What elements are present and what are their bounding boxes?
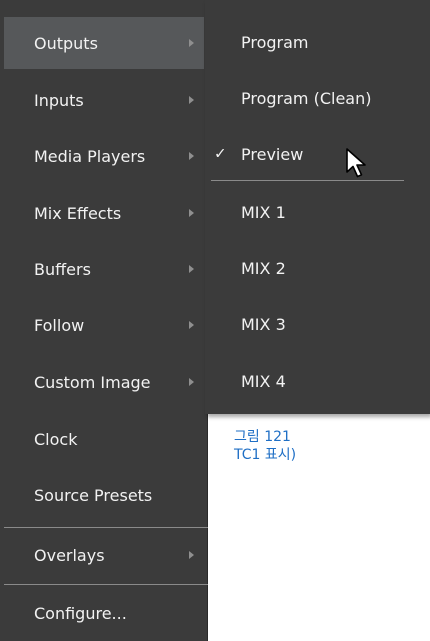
submenu-arrow-icon <box>189 152 194 160</box>
submenu-arrow-icon <box>189 265 194 273</box>
submenu-item-label: Program <box>241 32 309 52</box>
submenu-arrow-icon <box>189 39 194 47</box>
submenu-item-label: MIX 2 <box>241 258 286 278</box>
menu-item-label: Overlays <box>34 545 105 565</box>
submenu-arrow-icon <box>189 551 194 559</box>
menu-item-label: Follow <box>34 315 85 335</box>
submenu-item-program-clean[interactable]: Program (Clean) <box>205 73 430 123</box>
menu-item-label: Inputs <box>34 90 84 110</box>
menu-item-follow[interactable]: Follow <box>4 299 204 351</box>
menu-item-custom-image[interactable]: Custom Image <box>4 356 204 408</box>
submenu-item-mix-1[interactable]: MIX 1 <box>205 187 430 237</box>
menu-separator <box>4 527 208 528</box>
menu-item-label: Source Presets <box>34 485 153 505</box>
submenu-item-mix-2[interactable]: MIX 2 <box>205 243 430 293</box>
menu-item-label: Outputs <box>34 33 98 53</box>
caption-line: TC1 표시) <box>234 447 297 463</box>
submenu-item-mix-3[interactable]: MIX 3 <box>205 299 430 349</box>
submenu-arrow-icon <box>189 96 194 104</box>
menu-item-clock[interactable]: Clock <box>4 413 204 465</box>
menu-item-overlays[interactable]: Overlays <box>4 529 204 581</box>
submenu-item-preview[interactable]: ✓ Preview <box>205 129 430 179</box>
submenu-item-label: MIX 3 <box>241 314 286 334</box>
mouse-pointer-icon <box>346 148 366 178</box>
submenu-item-label: Preview <box>241 144 304 164</box>
menu-item-outputs[interactable]: Outputs <box>4 17 204 69</box>
figure-caption: 그림 121 TC1 표시) <box>234 428 296 464</box>
menu-item-label: Media Players <box>34 146 146 166</box>
menu-item-label: Clock <box>34 429 78 449</box>
menu-item-source-presets[interactable]: Source Presets <box>4 469 204 521</box>
menu-item-label: Buffers <box>34 259 91 279</box>
menu-item-media-players[interactable]: Media Players <box>4 130 204 182</box>
menu-item-label: Custom Image <box>34 372 151 392</box>
menu-item-buffers[interactable]: Buffers <box>4 243 204 295</box>
menu-item-label: Configure... <box>34 603 127 623</box>
submenu-item-label: Program (Clean) <box>241 88 372 108</box>
outputs-submenu: Program Program (Clean) ✓ Preview MIX 1 … <box>205 0 430 414</box>
submenu-arrow-icon <box>189 378 194 386</box>
menu-screenshot: Outputs Inputs Media Players Mix Effects… <box>0 0 430 641</box>
main-context-menu: Outputs Inputs Media Players Mix Effects… <box>0 0 208 641</box>
submenu-arrow-icon <box>189 209 194 217</box>
submenu-item-label: MIX 4 <box>241 371 286 391</box>
menu-item-mix-effects[interactable]: Mix Effects <box>4 187 204 239</box>
caption-line: 그림 121 <box>234 429 291 445</box>
checkmark-icon: ✓ <box>214 144 227 163</box>
submenu-item-mix-4[interactable]: MIX 4 <box>205 356 430 406</box>
submenu-separator <box>211 180 404 181</box>
menu-item-inputs[interactable]: Inputs <box>4 74 204 126</box>
submenu-item-program[interactable]: Program <box>205 17 430 67</box>
menu-item-label: Mix Effects <box>34 203 122 223</box>
submenu-item-label: MIX 1 <box>241 202 286 222</box>
menu-item-configure[interactable]: Configure... <box>4 587 204 639</box>
submenu-arrow-icon <box>189 321 194 329</box>
menu-separator <box>4 584 208 585</box>
